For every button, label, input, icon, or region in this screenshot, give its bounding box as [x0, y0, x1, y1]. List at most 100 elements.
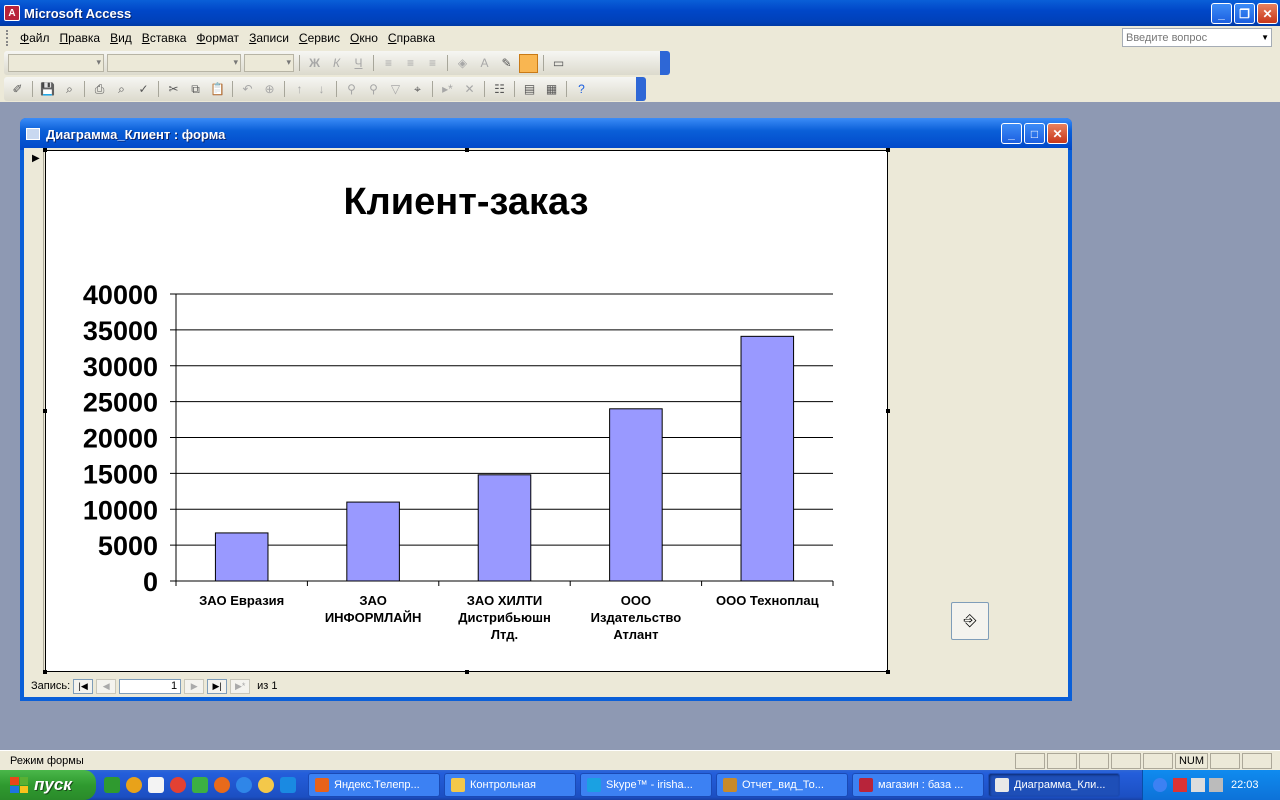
minimize-button[interactable]: _ — [1211, 3, 1232, 24]
last-record-button[interactable]: ▶| — [207, 678, 228, 694]
line-width-icon[interactable]: ▭ — [549, 54, 568, 73]
resize-handle[interactable] — [886, 409, 890, 413]
quick-launch-icon[interactable] — [192, 777, 208, 793]
quick-launch-icon[interactable] — [148, 777, 164, 793]
media-player-icon[interactable] — [258, 777, 274, 793]
menu-help[interactable]: Справка — [383, 31, 440, 45]
close-button[interactable]: ✕ — [1257, 3, 1278, 24]
quick-launch-icon[interactable] — [280, 777, 296, 793]
toolbar-options-icon[interactable] — [660, 51, 670, 75]
resize-handle[interactable] — [886, 670, 890, 674]
menu-view[interactable]: Вид — [105, 31, 137, 45]
undo-icon[interactable]: ↶ — [238, 80, 257, 99]
chart-frame[interactable]: Клиент-заказ 0 5000 10000 15000 20000 25000 30… — [43, 148, 890, 674]
align-center-icon[interactable]: ≡ — [401, 54, 420, 73]
chevron-down-icon[interactable]: ▼ — [1261, 33, 1269, 42]
apply-filter-icon[interactable]: ▽ — [386, 80, 405, 99]
hyperlink-icon[interactable]: ⊕ — [260, 80, 279, 99]
form-minimize-button[interactable]: _ — [1001, 123, 1022, 144]
quick-launch-icon[interactable] — [126, 777, 142, 793]
taskbar-item-yandex[interactable]: Яндекс.Телепр... — [308, 773, 440, 797]
taskbar-item-skype[interactable]: Skype™ - irisha... — [580, 773, 712, 797]
firefox-icon[interactable] — [214, 777, 230, 793]
new-object-icon[interactable]: ▦ — [542, 80, 561, 99]
record-selector[interactable]: ▶ — [26, 148, 44, 672]
quick-launch — [96, 777, 304, 793]
next-record-button[interactable]: ▶ — [184, 678, 205, 694]
chrome-icon[interactable] — [170, 777, 186, 793]
form-icon[interactable] — [26, 128, 40, 140]
taskbar-item-chart-form[interactable]: Диаграмма_Кли... — [988, 773, 1120, 797]
sort-descending-icon[interactable]: ↓ — [312, 80, 331, 99]
access-app-icon[interactable]: A — [4, 5, 20, 21]
start-button[interactable]: пуск — [0, 770, 96, 800]
bold-icon[interactable]: Ж — [305, 54, 324, 73]
sort-ascending-icon[interactable]: ↑ — [290, 80, 309, 99]
toolbar-options-icon[interactable] — [636, 77, 646, 101]
menu-insert[interactable]: Вставка — [137, 31, 192, 45]
resize-handle[interactable] — [886, 148, 890, 152]
tray-expand-icon[interactable] — [1153, 778, 1167, 792]
taskbar-item-folder[interactable]: Контрольная — [444, 773, 576, 797]
new-record-icon[interactable]: ▸* — [438, 80, 457, 99]
tray-icon[interactable] — [1173, 778, 1187, 792]
volume-icon[interactable] — [1191, 778, 1205, 792]
menu-file[interactable]: Файл — [15, 31, 55, 45]
resize-handle[interactable] — [43, 409, 47, 413]
italic-icon[interactable]: К — [327, 54, 346, 73]
fill-color-icon[interactable]: ◈ — [453, 54, 472, 73]
formatting-toolbar: Ж К Ч ≡ ≡ ≡ ◈ A ✎ ▭ — [4, 51, 670, 75]
menu-window[interactable]: Окно — [345, 31, 383, 45]
new-record-button[interactable]: ▶* — [230, 678, 251, 694]
prev-record-button[interactable]: ◀ — [96, 678, 117, 694]
first-record-button[interactable]: |◀ — [73, 678, 94, 694]
network-icon[interactable] — [1209, 778, 1223, 792]
record-number-input[interactable]: 1 — [119, 678, 182, 694]
font-color-icon[interactable]: A — [475, 54, 494, 73]
resize-handle[interactable] — [465, 148, 469, 152]
search-file-icon[interactable]: ⌕ — [60, 80, 79, 99]
border-icon[interactable] — [519, 53, 538, 73]
spelling-icon[interactable]: ✓ — [134, 80, 153, 99]
align-right-icon[interactable]: ≡ — [423, 54, 442, 73]
menu-grip[interactable] — [6, 30, 9, 46]
properties-icon[interactable]: ☷ — [490, 80, 509, 99]
paste-icon[interactable]: 📋 — [208, 80, 227, 99]
delete-record-icon[interactable]: ✕ — [460, 80, 479, 99]
close-form-button[interactable]: ⎆ — [951, 602, 989, 640]
line-color-icon[interactable]: ✎ — [497, 54, 516, 73]
align-left-icon[interactable]: ≡ — [379, 54, 398, 73]
save-icon[interactable]: 💾 — [38, 80, 57, 99]
font-size-combo[interactable] — [244, 54, 294, 72]
resize-handle[interactable] — [43, 670, 47, 674]
database-window-icon[interactable]: ▤ — [520, 80, 539, 99]
ie-icon[interactable] — [236, 777, 252, 793]
font-name-combo[interactable] — [107, 54, 241, 72]
resize-handle[interactable] — [465, 670, 469, 674]
restore-button[interactable]: ❐ — [1234, 3, 1255, 24]
help-icon[interactable]: ? — [572, 80, 591, 99]
find-icon[interactable]: ⌖ — [408, 80, 427, 99]
print-icon[interactable]: ⎙ — [90, 80, 109, 99]
resize-handle[interactable] — [43, 148, 47, 152]
menu-edit[interactable]: Правка — [55, 31, 106, 45]
underline-icon[interactable]: Ч — [349, 54, 368, 73]
quick-launch-icon[interactable] — [104, 777, 120, 793]
taskbar-item-report[interactable]: Отчет_вид_То... — [716, 773, 848, 797]
menu-records[interactable]: Записи — [244, 31, 294, 45]
help-search-input[interactable]: Введите вопрос ▼ — [1122, 28, 1272, 47]
form-maximize-button[interactable]: □ — [1024, 123, 1045, 144]
menu-format[interactable]: Формат — [191, 31, 244, 45]
object-combo[interactable] — [8, 54, 104, 72]
filter-selection-icon[interactable]: ⚲ — [342, 80, 361, 99]
design-view-icon[interactable]: ✐ — [8, 80, 27, 99]
print-preview-icon[interactable]: ⌕ — [112, 80, 131, 99]
app-icon — [315, 778, 329, 792]
taskbar-item-database[interactable]: магазин : база ... — [852, 773, 984, 797]
y-tick-label: 5000 — [98, 531, 158, 561]
menu-tools[interactable]: Сервис — [294, 31, 345, 45]
filter-form-icon[interactable]: ⚲ — [364, 80, 383, 99]
form-close-button[interactable]: ✕ — [1047, 123, 1068, 144]
cut-icon[interactable]: ✂ — [164, 80, 183, 99]
copy-icon[interactable]: ⧉ — [186, 80, 205, 99]
